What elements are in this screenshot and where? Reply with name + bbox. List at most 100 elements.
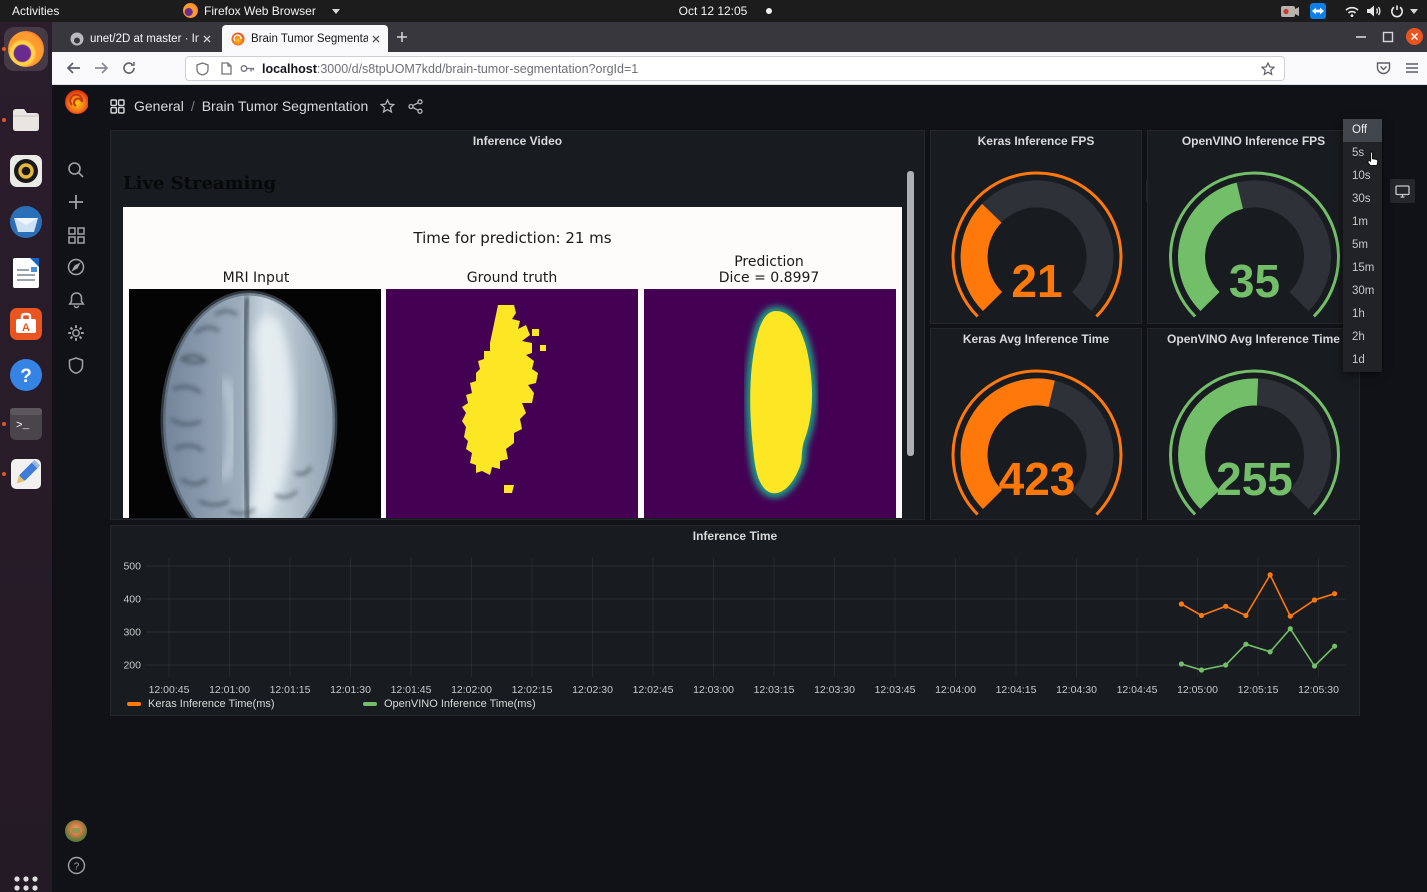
axis-labels: 200 300 400 500 12:00:45 12:01:00 12:01:15 12:0… [123,561,1339,697]
refresh-option-1d[interactable]: 1d [1343,349,1382,372]
volume-icon[interactable] [1366,4,1382,26]
panel-title[interactable]: Inference Video [111,134,924,148]
svg-text:12:02:00: 12:02:00 [451,684,492,696]
app-menu-label: Firefox Web Browser [204,4,316,18]
teamviewer-icon[interactable] [1310,3,1326,25]
refresh-option-5m[interactable]: 5m [1343,234,1382,257]
dock-ubuntu-software-icon[interactable]: A [8,306,44,342]
svg-text:12:02:15: 12:02:15 [512,684,553,696]
dock-rhythmbox-icon[interactable] [8,153,44,189]
tab-brain-tumor-active[interactable]: Brain Tumor Segmentati [222,25,388,52]
prediction-label: Prediction Dice = 0.8997 [718,254,820,286]
panel-title[interactable]: Keras Avg Inference Time [931,332,1141,346]
legend-item-keras[interactable]: Keras Inference Time(ms) [127,698,275,710]
panel-gauge-2: Keras Avg Inference Time 423 [930,328,1142,520]
gauge: 255 [1169,369,1340,516]
grid [146,558,1346,677]
panel-scrollbar[interactable] [907,171,914,456]
wifi-icon[interactable] [1344,5,1360,27]
svg-text:12:04:30: 12:04:30 [1056,684,1097,696]
gauge: 21 [951,171,1123,318]
screen-recorder-icon[interactable] [1280,5,1300,27]
dock-thunderbird-icon[interactable] [8,204,44,240]
forward-button[interactable] [90,57,112,79]
refresh-option-30m[interactable]: 30m [1343,280,1382,303]
github-icon [70,32,84,45]
ground-truth-image [386,289,638,518]
refresh-option-30s[interactable]: 30s [1343,188,1382,211]
tab-title: Brain Tumor Segmentati [251,32,368,45]
svg-text:12:03:30: 12:03:30 [814,684,855,696]
password-key-icon[interactable] [240,63,255,74]
page-info-icon[interactable] [221,62,232,75]
panel-title[interactable]: OpenVINO Inference FPS [1148,134,1359,148]
svg-text:12:01:30: 12:01:30 [330,684,371,696]
svg-text:400: 400 [123,594,141,606]
back-button[interactable] [62,57,84,79]
panel-title[interactable]: Keras Inference FPS [931,134,1141,148]
clock[interactable]: Oct 12 12:05 [668,0,758,22]
gauge-value: 423 [999,453,1076,505]
dock-help-icon[interactable]: ? [8,357,44,393]
power-icon[interactable] [1390,4,1404,26]
tab-title: unet/2D at master · Intel [90,32,199,45]
refresh-option-2h[interactable]: 2h [1343,326,1382,349]
refresh-option-15m[interactable]: 15m [1343,257,1382,280]
svg-text:12:05:30: 12:05:30 [1298,684,1339,696]
app-menu-button[interactable]: Firefox Web Browser [204,0,316,22]
refresh-option-1m[interactable]: 1m [1343,211,1382,234]
tab-close-icon[interactable] [372,35,380,43]
grafana-app: ? General / Brain Tumor Segmentation Las… [52,84,1427,892]
bookmark-star-icon[interactable] [1261,61,1275,76]
url-host: localhost [262,61,317,76]
svg-text:12:00:45: 12:00:45 [149,684,190,696]
time-series-chart[interactable]: 200 300 400 500 12:00:45 12:01:00 12:01:15 12:0… [111,543,1359,715]
svg-text:A: A [22,322,30,334]
panel-title[interactable]: Inference Time [111,529,1359,543]
window-close-button[interactable] [1406,28,1423,45]
gauge-value: 35 [1229,255,1280,307]
window-maximize-button[interactable] [1382,31,1394,43]
prediction-time-text: Time for prediction: 21 ms [413,229,612,247]
url-path: :3000/d/s8tpUOM7kdd/brain-tumor-segmenta… [316,61,639,76]
svg-text:200: 200 [123,660,141,672]
svg-text:>_: >_ [16,420,30,432]
window-minimize-button[interactable] [1355,35,1367,39]
panel-title[interactable]: OpenVINO Avg Inference Time [1148,332,1359,346]
tab-close-icon[interactable] [203,35,211,43]
dock: A ? >_ [0,22,52,892]
legend-item-openvino[interactable]: OpenVINO Inference Time(ms) [363,698,536,710]
dock-firefox-icon[interactable] [8,31,44,67]
refresh-option-10s[interactable]: 10s [1343,165,1382,188]
app-menu-caret-icon [332,9,340,14]
url-bar[interactable]: localhost:3000/d/s8tpUOM7kdd/brain-tumor… [185,56,1285,81]
dock-app-grid-icon[interactable] [8,870,44,892]
dock-running-dot [2,118,6,122]
refresh-option-off[interactable]: Off [1343,119,1382,142]
legend-label: Keras Inference Time(ms) [148,698,275,710]
dock-terminal-icon[interactable]: >_ [8,406,44,442]
dock-libreoffice-writer-icon[interactable] [8,255,44,291]
reload-button[interactable] [118,57,140,79]
new-tab-button[interactable] [396,31,408,43]
mri-input-image [129,289,381,518]
tab-unet-github[interactable]: unet/2D at master · Intel [62,25,218,52]
inference-figure: Time for prediction: 21 ms MRI Input Gro… [123,207,902,518]
tracking-shield-icon[interactable] [196,61,209,76]
svg-text:500: 500 [123,561,141,573]
pocket-icon[interactable] [1372,57,1394,79]
dock-files-icon[interactable] [8,102,44,138]
refresh-option-1h[interactable]: 1h [1343,303,1382,326]
svg-text:12:04:45: 12:04:45 [1117,684,1158,696]
svg-text:?: ? [20,366,32,387]
activities-button[interactable]: Activities [12,0,59,22]
firefox-logo-icon [183,3,198,25]
menu-hamburger-icon[interactable] [1401,57,1423,79]
dock-text-editor-icon[interactable] [8,456,44,492]
dock-running-dot [2,472,6,476]
gauge: 35 [1169,171,1340,318]
svg-text:12:03:15: 12:03:15 [754,684,795,696]
gauge-value: 255 [1216,453,1293,505]
svg-text:12:04:00: 12:04:00 [935,684,976,696]
system-menu-caret-icon[interactable] [1410,9,1418,14]
